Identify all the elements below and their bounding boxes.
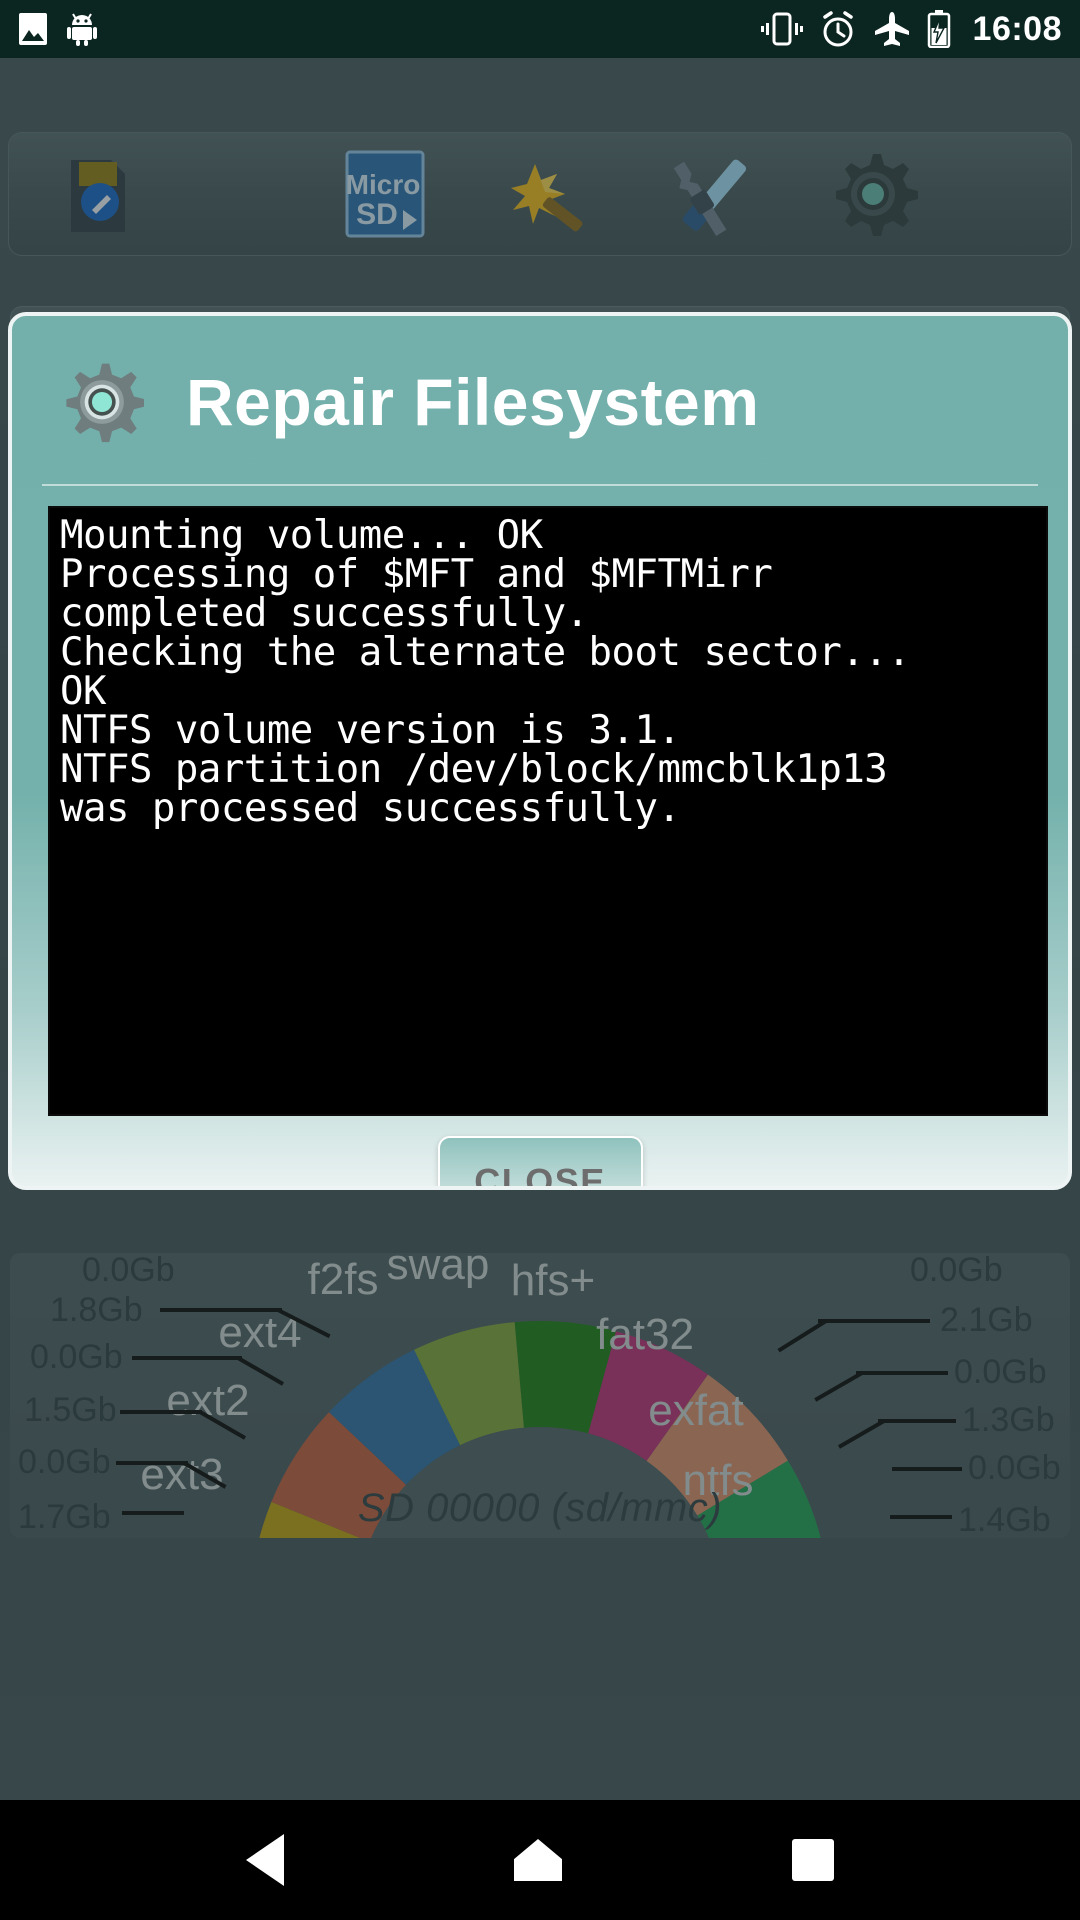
status-bar-clock: 16:08 — [972, 9, 1062, 48]
status-bar-notifications — [18, 12, 98, 46]
terminal-output-text: Mounting volume... OK Processing of $MFT… — [60, 513, 911, 831]
dialog-button-row: CLOSE — [12, 1136, 1068, 1186]
repair-filesystem-dialog: Repair Filesystem Mounting volume... OK … — [8, 312, 1072, 1190]
image-icon — [19, 13, 47, 45]
vibrate-icon — [760, 12, 803, 46]
dialog-title: Repair Filesystem — [186, 365, 760, 439]
gear-icon — [66, 363, 144, 443]
home-button[interactable] — [514, 1839, 562, 1881]
dialog-header: Repair Filesystem — [12, 316, 1068, 488]
dialog-divider — [42, 484, 1038, 486]
status-bar-system: 16:08 — [760, 9, 1062, 49]
airplane-icon — [874, 12, 909, 46]
close-button[interactable]: CLOSE — [437, 1136, 643, 1186]
android-navigation-bar — [0, 1800, 1080, 1920]
alarm-icon — [822, 11, 853, 47]
status-bar: 16:08 — [0, 0, 1080, 58]
recents-button[interactable] — [792, 1839, 834, 1881]
screen-root: Micro SD ext4 ext2 ext3 f2fs swap hfs+ f… — [0, 0, 1080, 1920]
battery-charging-icon — [927, 10, 950, 48]
terminal-output-box[interactable]: Mounting volume... OK Processing of $MFT… — [48, 506, 1048, 1116]
android-icon — [67, 13, 97, 46]
back-button[interactable] — [246, 1834, 284, 1886]
